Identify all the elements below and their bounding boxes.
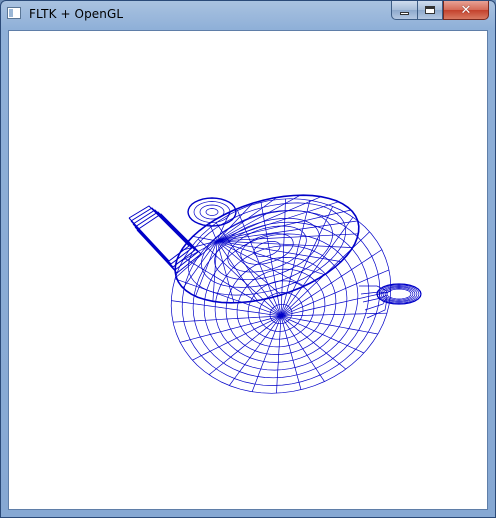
lid-spoke: [216, 233, 359, 242]
window-title: FLTK + OpenGL: [29, 7, 124, 21]
lid-spoke: [216, 240, 305, 287]
close-button[interactable]: ✕: [443, 1, 489, 20]
body-parallel: [181, 210, 381, 386]
title-bar[interactable]: FLTK + OpenGL ✕: [1, 1, 495, 29]
teapot-wireframe: [128, 194, 422, 394]
lid-knob-ring: [205, 208, 219, 216]
caption-buttons: ✕: [391, 1, 489, 21]
app-icon[interactable]: [7, 7, 21, 19]
spout-ring: [384, 287, 414, 301]
opengl-canvas[interactable]: [8, 30, 488, 510]
teapot-mesh: [128, 194, 422, 394]
close-icon: ✕: [460, 2, 472, 18]
minimize-button[interactable]: [391, 1, 417, 20]
body-parallel: [225, 257, 337, 355]
maximize-button[interactable]: [417, 1, 443, 20]
lid-knob-ring: [199, 204, 225, 220]
spout-ring: [380, 285, 418, 303]
maximize-icon: [425, 6, 435, 14]
minimize-icon: [400, 11, 409, 15]
app-window: FLTK + OpenGL ✕: [0, 0, 496, 518]
